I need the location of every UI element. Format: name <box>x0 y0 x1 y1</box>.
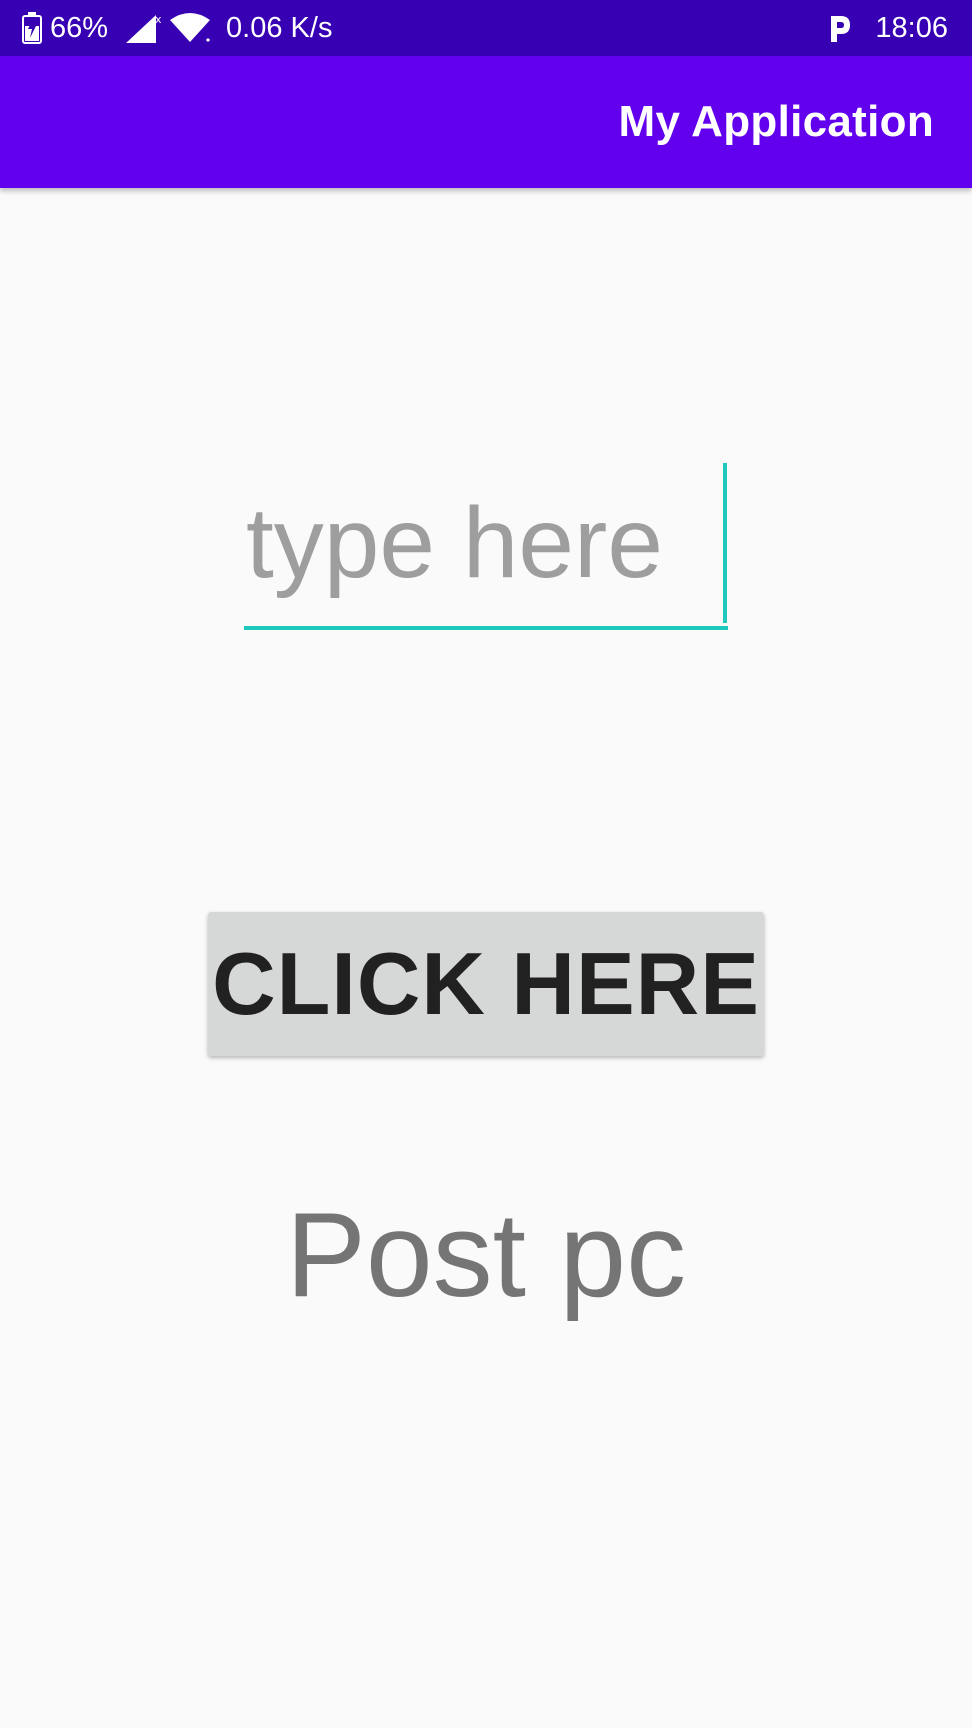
status-left: 66% x 0.06 K/s <box>22 0 332 56</box>
text-cursor <box>723 463 727 623</box>
type-here-input[interactable] <box>244 460 728 626</box>
battery-percent: 66% <box>50 11 109 44</box>
status-bar: 66% x 0.06 K/s 18:06 <box>0 0 972 56</box>
click-here-button[interactable]: CLICK HERE <box>208 912 764 1056</box>
wifi-icon <box>170 13 211 42</box>
network-speed: 0.06 K/s <box>226 11 333 44</box>
svg-text:x: x <box>155 13 162 26</box>
p-notification-icon <box>831 16 851 42</box>
result-text: Post pc <box>285 1188 687 1322</box>
no-signal-icon: x <box>126 13 162 43</box>
clock: 18:06 <box>875 11 948 44</box>
input-underline <box>244 626 728 630</box>
app-bar: My Application <box>0 56 972 188</box>
edit-text-container <box>244 460 728 632</box>
app-title: My Application <box>618 97 934 146</box>
battery-charging-icon <box>22 12 42 44</box>
status-right: 18:06 <box>827 0 948 56</box>
